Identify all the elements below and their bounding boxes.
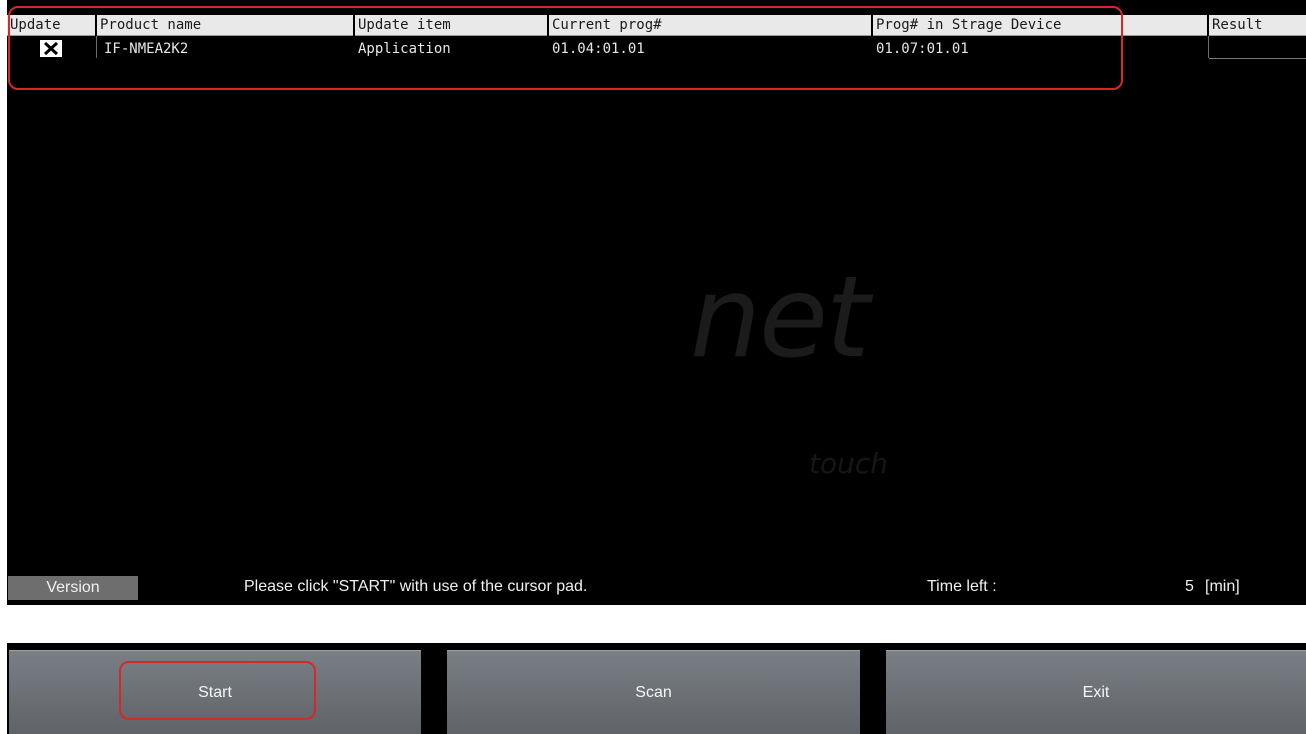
exit-button[interactable]: Exit (886, 650, 1306, 734)
version-button[interactable]: Version (8, 576, 138, 600)
main-area: Update Product name Update item Current … (7, 0, 1306, 605)
time-left-unit: [min] (1205, 578, 1240, 595)
net-logo: net (690, 253, 870, 383)
update-screen: Update Product name Update item Current … (0, 0, 1306, 734)
time-left-value: 5 (1185, 578, 1194, 595)
column-separator (1208, 36, 1209, 58)
result-underline (1209, 58, 1306, 59)
start-highlight-box (119, 661, 316, 720)
table-highlight-box (8, 6, 1123, 90)
touch-logo: touch (809, 447, 888, 480)
status-bar: Version Please click "START" with use of… (7, 572, 1306, 600)
message-field (7, 606, 1306, 642)
column-header-result[interactable]: Result (1209, 15, 1306, 36)
time-left-label: Time left : (927, 578, 997, 595)
scan-button[interactable]: Scan (447, 650, 860, 734)
instruction-message: Please click "START" with use of the cur… (244, 578, 588, 595)
